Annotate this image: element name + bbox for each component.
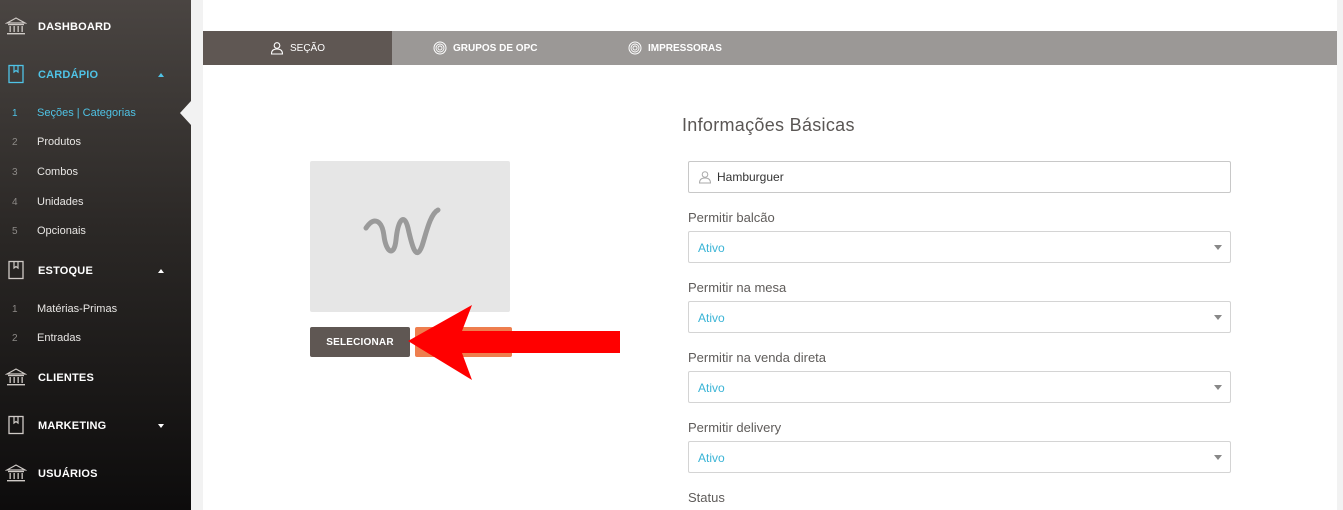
book-icon <box>8 415 24 435</box>
select-permitir-venda-direta[interactable]: Ativo <box>688 371 1231 403</box>
fingerprint-icon <box>433 41 447 55</box>
sidebar-subitem-opcionais[interactable]: 5 Opcionais <box>0 221 191 241</box>
bank-icon <box>5 464 27 482</box>
sidebar-item-clientes[interactable]: CLIENTES <box>0 366 191 390</box>
bank-icon <box>5 368 27 386</box>
sidebar-item-label: CLIENTES <box>38 372 94 384</box>
name-field <box>688 161 1231 193</box>
item-number: 1 <box>12 107 18 119</box>
sidebar-item-label: DASHBOARD <box>38 21 112 33</box>
tab-secao[interactable]: SEÇÃO <box>203 31 392 65</box>
sidebar-subitem-produtos[interactable]: 2 Produtos <box>0 132 191 152</box>
label-permitir-delivery: Permitir delivery <box>688 420 782 435</box>
arrow-left-annotation-icon <box>408 305 620 380</box>
sidebar-item-label: CARDÁPIO <box>38 69 99 81</box>
section-title: Informações Básicas <box>682 115 855 135</box>
sidebar-subitem-label: Seções | Categorias <box>37 107 136 119</box>
tab-label: GRUPOS DE OPC <box>453 42 538 54</box>
book-icon <box>8 260 24 280</box>
item-number: 5 <box>12 225 18 237</box>
sidebar-subitem-label: Matérias-Primas <box>37 303 118 315</box>
chevron-down-icon <box>1214 315 1222 320</box>
chevron-up-icon <box>158 73 164 77</box>
chevron-up-icon <box>158 269 164 273</box>
sidebar-item-label: MARKETING <box>38 420 107 432</box>
sidebar: DASHBOARD CARDÁPIO 1 Seções | Categorias… <box>0 0 191 510</box>
label-permitir-mesa: Permitir na mesa <box>688 280 787 295</box>
chevron-down-icon <box>1214 385 1222 390</box>
chevron-down-icon <box>1214 455 1222 460</box>
label-permitir-balcao: Permitir balcão <box>688 210 775 225</box>
select-image-button[interactable]: SELECIONAR <box>310 327 410 357</box>
select-value: Ativo <box>698 381 725 395</box>
label-status: Status <box>688 490 725 505</box>
fingerprint-icon <box>628 41 642 55</box>
sidebar-item-label: ESTOQUE <box>38 265 93 277</box>
sidebar-subitem-combos[interactable]: 3 Combos <box>0 162 191 182</box>
tab-grupos-de-opc[interactable]: GRUPOS DE OPC <box>433 31 537 65</box>
tab-bar: SEÇÃO GRUPOS DE OPC IMPRESSORAS <box>203 31 1337 65</box>
chevron-down-icon <box>158 424 164 428</box>
select-value: Ativo <box>698 311 725 325</box>
image-placeholder <box>310 161 510 312</box>
book-icon <box>8 64 24 84</box>
sidebar-item-estoque[interactable]: ESTOQUE <box>0 259 191 283</box>
active-indicator <box>180 101 191 125</box>
sidebar-item-marketing[interactable]: MARKETING <box>0 414 191 438</box>
sidebar-subitem-entradas[interactable]: 2 Entradas <box>0 328 191 348</box>
sidebar-subitem-materias-primas[interactable]: 1 Matérias-Primas <box>0 299 191 319</box>
tab-label: IMPRESSORAS <box>648 42 722 54</box>
sidebar-subitem-unidades[interactable]: 4 Unidades <box>0 192 191 212</box>
sidebar-subitem-label: Entradas <box>37 332 82 344</box>
sidebar-subitem-label: Unidades <box>37 196 84 208</box>
label-permitir-venda-direta: Permitir na venda direta <box>688 350 827 365</box>
select-permitir-mesa[interactable]: Ativo <box>688 301 1231 333</box>
sidebar-item-cardapio[interactable]: CARDÁPIO <box>0 63 191 87</box>
bank-icon <box>5 17 27 35</box>
sidebar-subitem-label: Opcionais <box>37 225 86 237</box>
sidebar-item-usuarios[interactable]: USUÁRIOS <box>0 462 191 486</box>
chevron-down-icon <box>1214 245 1222 250</box>
sidebar-item-dashboard[interactable]: DASHBOARD <box>0 15 191 39</box>
item-number: 2 <box>12 332 18 344</box>
sidebar-subitem-label: Combos <box>37 166 78 178</box>
select-value: Ativo <box>698 451 725 465</box>
sidebar-item-label: USUÁRIOS <box>38 468 98 480</box>
user-icon <box>270 42 284 55</box>
select-permitir-delivery[interactable]: Ativo <box>688 441 1231 473</box>
tab-impressoras[interactable]: IMPRESSORAS <box>628 31 722 65</box>
select-value: Ativo <box>698 241 725 255</box>
tab-label: SEÇÃO <box>289 42 325 54</box>
user-icon <box>698 171 712 184</box>
item-number: 3 <box>12 166 18 178</box>
select-permitir-balcao[interactable]: Ativo <box>688 231 1231 263</box>
item-number: 4 <box>12 196 18 208</box>
sidebar-subitem-label: Produtos <box>37 136 82 148</box>
sidebar-subitem-secoes[interactable]: 1 Seções | Categorias <box>0 103 191 123</box>
image-placeholder-icon <box>363 207 441 255</box>
name-input[interactable] <box>717 162 1222 192</box>
item-number: 2 <box>12 136 18 148</box>
main-panel: SEÇÃO GRUPOS DE OPC IMPRESSORAS SELECION… <box>203 0 1337 510</box>
item-number: 1 <box>12 303 18 315</box>
